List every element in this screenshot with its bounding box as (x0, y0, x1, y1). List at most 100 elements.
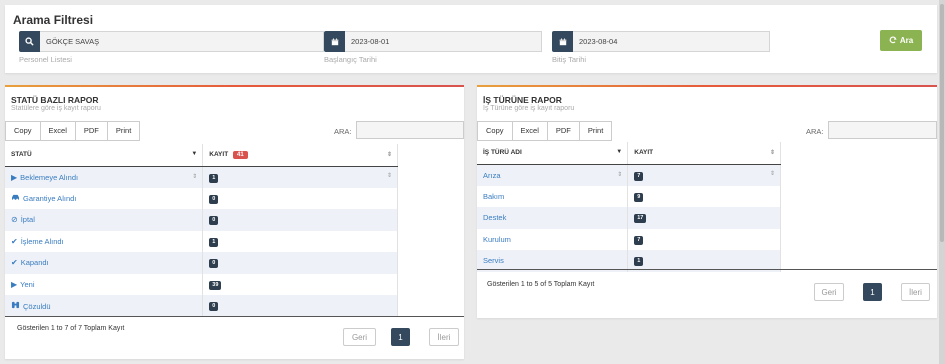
total-count-badge: 41 (232, 150, 248, 159)
table-row[interactable]: ▶ Yeni 39 (5, 273, 398, 295)
sort-icon: ⇕ (192, 173, 198, 180)
ban-icon: ⊘ (11, 215, 18, 225)
search-input[interactable] (356, 121, 464, 139)
statu-report-title: STATÜ BAZLI RAPOR (11, 95, 99, 105)
sort-icon: ⇕ (386, 172, 392, 179)
isturu-link[interactable]: Bakım (483, 192, 504, 201)
search-label: ARA: (806, 127, 824, 136)
statu-link[interactable]: İşleme Alındı (21, 237, 64, 246)
print-button[interactable]: Print (578, 121, 613, 141)
ara-button-label: Ara (899, 36, 914, 45)
end-date-field[interactable]: 2023-08-04 (573, 31, 770, 52)
sort-icon: ⇕ (386, 151, 392, 158)
table-row[interactable]: Garantiye Alındı 0 (5, 187, 398, 209)
table-row[interactable]: ⊘ İptal 0 (5, 209, 398, 231)
table-info: Gösterilen 1 to 7 of 7 Toplam Kayıt (17, 325, 125, 332)
statu-link[interactable]: İptal (21, 215, 35, 224)
statu-report-subtitle: Statülere göre iş kayıt raporu (11, 105, 101, 112)
kayit-column-header[interactable]: KAYIT ⇕ (627, 142, 781, 165)
count-badge: 0 (209, 194, 219, 204)
page-1-button[interactable]: 1 (391, 328, 410, 346)
filter-title: Arama Filtresi (13, 13, 94, 27)
isturu-link[interactable]: Servis (483, 256, 504, 265)
pdf-button[interactable]: PDF (74, 121, 108, 141)
export-buttons: Copy Excel PDF Print (477, 121, 613, 141)
isturu-table: İŞ TÜRÜ ADI ▼ KAYIT ⇕ Arıza ⇕ 7 ⇕ Bakım 9 … (477, 142, 781, 272)
search-label: ARA: (334, 127, 352, 136)
count-badge: 7 (634, 235, 644, 245)
print-button[interactable]: Print (106, 121, 141, 141)
table-row[interactable]: Arıza ⇕ 7 ⇕ (477, 164, 781, 186)
next-page-button[interactable]: İleri (901, 283, 930, 301)
pdf-button[interactable]: PDF (546, 121, 580, 141)
sort-icon: ⇕ (617, 171, 623, 178)
next-page-button[interactable]: İleri (429, 328, 459, 346)
prev-page-button[interactable]: Geri (814, 283, 844, 301)
page-1-button[interactable]: 1 (863, 283, 882, 301)
statu-link[interactable]: Kapandı (21, 258, 49, 267)
isturu-report-panel: İŞ TÜRÜNE RAPOR İş Türüne göre iş kayıt … (477, 85, 937, 318)
table-row[interactable]: Destek 17 (477, 207, 781, 229)
table-row[interactable]: ▶ Beklemeye Alındı ⇕ 1 ⇕ (5, 166, 398, 188)
copy-button[interactable]: Copy (477, 121, 513, 141)
statu-link[interactable]: Garantiye Alındı (23, 194, 76, 203)
count-badge: 1 (634, 257, 644, 267)
table-row[interactable]: Bakım 9 (477, 185, 781, 207)
count-badge: 9 (634, 192, 644, 202)
isturu-link[interactable]: Destek (483, 213, 506, 222)
check-icon: ✔ (11, 236, 18, 246)
statu-link[interactable]: Yeni (20, 280, 34, 289)
search-filter-panel: Arama Filtresi GÖKÇE SAVAŞ Personel List… (5, 5, 937, 73)
table-row[interactable]: ✔ Kapandı 0 (5, 252, 398, 274)
table-row[interactable]: ✔ İşleme Alındı 1 (5, 230, 398, 252)
count-badge: 1 (209, 173, 219, 183)
search-icon (19, 31, 40, 52)
statu-table: STATÜ ▼ KAYIT 41 ⇕ ▶ Beklemeye Alındı ⇕ 1 ⇕… (5, 144, 398, 317)
count-badge: 1 (209, 237, 219, 247)
scrollbar-thumb[interactable] (940, 4, 944, 242)
isturu-report-subtitle: İş Türüne göre iş kayıt raporu (483, 105, 575, 112)
table-row[interactable]: Kurulum 7 (477, 228, 781, 250)
ara-button[interactable]: Ara (880, 30, 922, 51)
personel-label: Personel Listesi (19, 55, 72, 64)
end-date-input[interactable]: 2023-08-04 (552, 31, 770, 52)
isturu-link[interactable]: Kurulum (483, 235, 511, 244)
calendar-icon (324, 31, 345, 52)
panel-accent-line (5, 85, 464, 87)
count-badge: 0 (209, 302, 219, 312)
table-row[interactable]: Çözuldü 0 (5, 295, 398, 317)
export-buttons: Copy Excel PDF Print (5, 121, 141, 141)
start-date-field[interactable]: 2023-08-01 (345, 31, 542, 52)
play-icon: ▶ (11, 279, 18, 289)
statu-report-panel: STATÜ BAZLI RAPOR Statülere göre iş kayı… (5, 85, 464, 359)
count-badge: 39 (209, 280, 222, 290)
refresh-icon (889, 35, 897, 46)
isturu-report-title: İŞ TÜRÜNE RAPOR (483, 95, 562, 105)
prev-page-button[interactable]: Geri (343, 328, 376, 346)
statu-column-header[interactable]: STATÜ ▼ (5, 144, 204, 167)
start-date-input[interactable]: 2023-08-01 (324, 31, 542, 52)
calendar-icon (552, 31, 573, 52)
car-icon (11, 194, 20, 203)
count-badge: 7 (634, 171, 644, 181)
end-date-label: Bitiş Tarihi (552, 55, 587, 64)
sort-desc-icon: ▼ (616, 149, 623, 156)
statu-link[interactable]: Beklemeye Alındı (20, 173, 78, 182)
sort-desc-icon: ▼ (191, 151, 198, 158)
personel-select[interactable]: GÖKÇE SAVAŞ (19, 31, 324, 52)
binoculars-icon (11, 301, 20, 311)
search-input[interactable] (828, 121, 937, 139)
start-date-label: Başlangıç Tarihi (324, 55, 377, 64)
excel-button[interactable]: Excel (39, 121, 76, 141)
kayit-column-header[interactable]: KAYIT 41 ⇕ (202, 144, 398, 167)
isturu-link[interactable]: Arıza (483, 171, 501, 180)
copy-button[interactable]: Copy (5, 121, 41, 141)
count-badge: 0 (209, 259, 219, 269)
check-icon: ✔ (11, 258, 18, 268)
excel-button[interactable]: Excel (511, 121, 548, 141)
panel-accent-line (477, 85, 937, 87)
personel-field[interactable]: GÖKÇE SAVAŞ (40, 31, 324, 52)
count-badge: 0 (209, 216, 219, 226)
statu-link[interactable]: Çözuldü (23, 302, 51, 311)
isturu-column-header[interactable]: İŞ TÜRÜ ADI ▼ (477, 142, 629, 165)
